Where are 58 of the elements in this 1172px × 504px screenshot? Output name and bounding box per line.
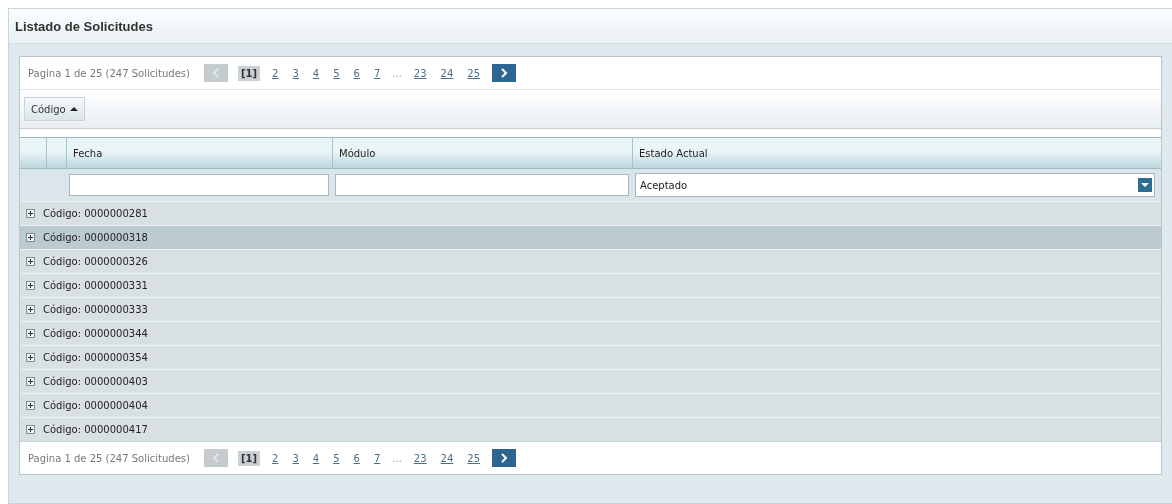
page-link[interactable]: 3: [290, 450, 301, 466]
group-row[interactable]: Código: 0000000281: [20, 201, 1161, 225]
chevron-right-icon: [500, 453, 509, 463]
column-header[interactable]: Fecha: [73, 147, 103, 159]
group-row[interactable]: Código: 0000000326: [20, 249, 1161, 273]
filter-dropdown[interactable]: Aceptado: [635, 173, 1155, 197]
column-header[interactable]: Módulo: [339, 147, 376, 159]
expand-icon[interactable]: [26, 377, 35, 386]
page-link[interactable]: 7: [371, 450, 383, 466]
page-link[interactable]: 25: [465, 450, 483, 466]
group-row[interactable]: Código: 0000000403: [20, 369, 1161, 393]
page-link[interactable]: 4: [310, 65, 322, 81]
page-link[interactable]: 2: [270, 450, 281, 466]
pager-summary: Pagina 1 de 25 (247 Solicitudes): [28, 452, 190, 464]
expand-icon[interactable]: [26, 329, 35, 338]
group-row[interactable]: Código: 0000000331: [20, 273, 1161, 297]
page-link[interactable]: 25: [465, 65, 483, 81]
group-row[interactable]: Código: 0000000344: [20, 321, 1161, 345]
page-link[interactable]: 23: [411, 65, 429, 81]
page-link[interactable]: [1]: [237, 450, 261, 466]
chevron-left-icon: [211, 453, 220, 463]
group-row[interactable]: Código: 0000000333: [20, 297, 1161, 321]
filter-field[interactable]: [69, 174, 329, 196]
group-row[interactable]: Código: 0000000404: [20, 393, 1161, 417]
group-sort-button[interactable]: Código: [24, 97, 85, 121]
chevron-right-icon: [500, 68, 509, 78]
expand-icon[interactable]: [26, 257, 35, 266]
page-link[interactable]: 7: [371, 65, 383, 81]
group-row[interactable]: Código: 0000000354: [20, 345, 1161, 369]
expand-icon[interactable]: [26, 425, 35, 434]
group-row[interactable]: Código: 0000000417: [20, 417, 1161, 441]
expand-icon[interactable]: [26, 233, 35, 242]
page-link[interactable]: 24: [438, 450, 456, 466]
page-link[interactable]: 5: [331, 450, 342, 466]
next-page-button[interactable]: [492, 449, 517, 467]
page-link[interactable]: 4: [310, 450, 322, 466]
expand-icon[interactable]: [26, 209, 35, 218]
page-link[interactable]: 24: [438, 65, 456, 81]
page-link[interactable]: 23: [411, 450, 429, 466]
expand-icon[interactable]: [26, 281, 35, 290]
page-link[interactable]: 6: [351, 450, 362, 466]
page-link[interactable]: 2: [270, 65, 281, 81]
next-page-button[interactable]: [492, 64, 517, 82]
group-row[interactable]: Código: 0000000318: [20, 225, 1161, 249]
panel-title: Listado de Solicitudes: [15, 17, 153, 36]
chevron-left-icon: [211, 68, 220, 78]
page-link[interactable]: 6: [351, 65, 362, 81]
page-link[interactable]: 3: [290, 65, 301, 81]
expand-icon[interactable]: [26, 401, 35, 410]
filter-field[interactable]: [335, 174, 629, 196]
pager-ellipsis: ...: [392, 452, 402, 464]
page-link[interactable]: 5: [331, 65, 342, 81]
column-header[interactable]: Estado Actual: [639, 147, 708, 159]
expand-icon[interactable]: [26, 353, 35, 362]
pager-summary: Pagina 1 de 25 (247 Solicitudes): [28, 67, 190, 79]
expand-icon[interactable]: [26, 305, 35, 314]
pager-ellipsis: ...: [392, 67, 402, 79]
page-link[interactable]: [1]: [237, 65, 261, 81]
